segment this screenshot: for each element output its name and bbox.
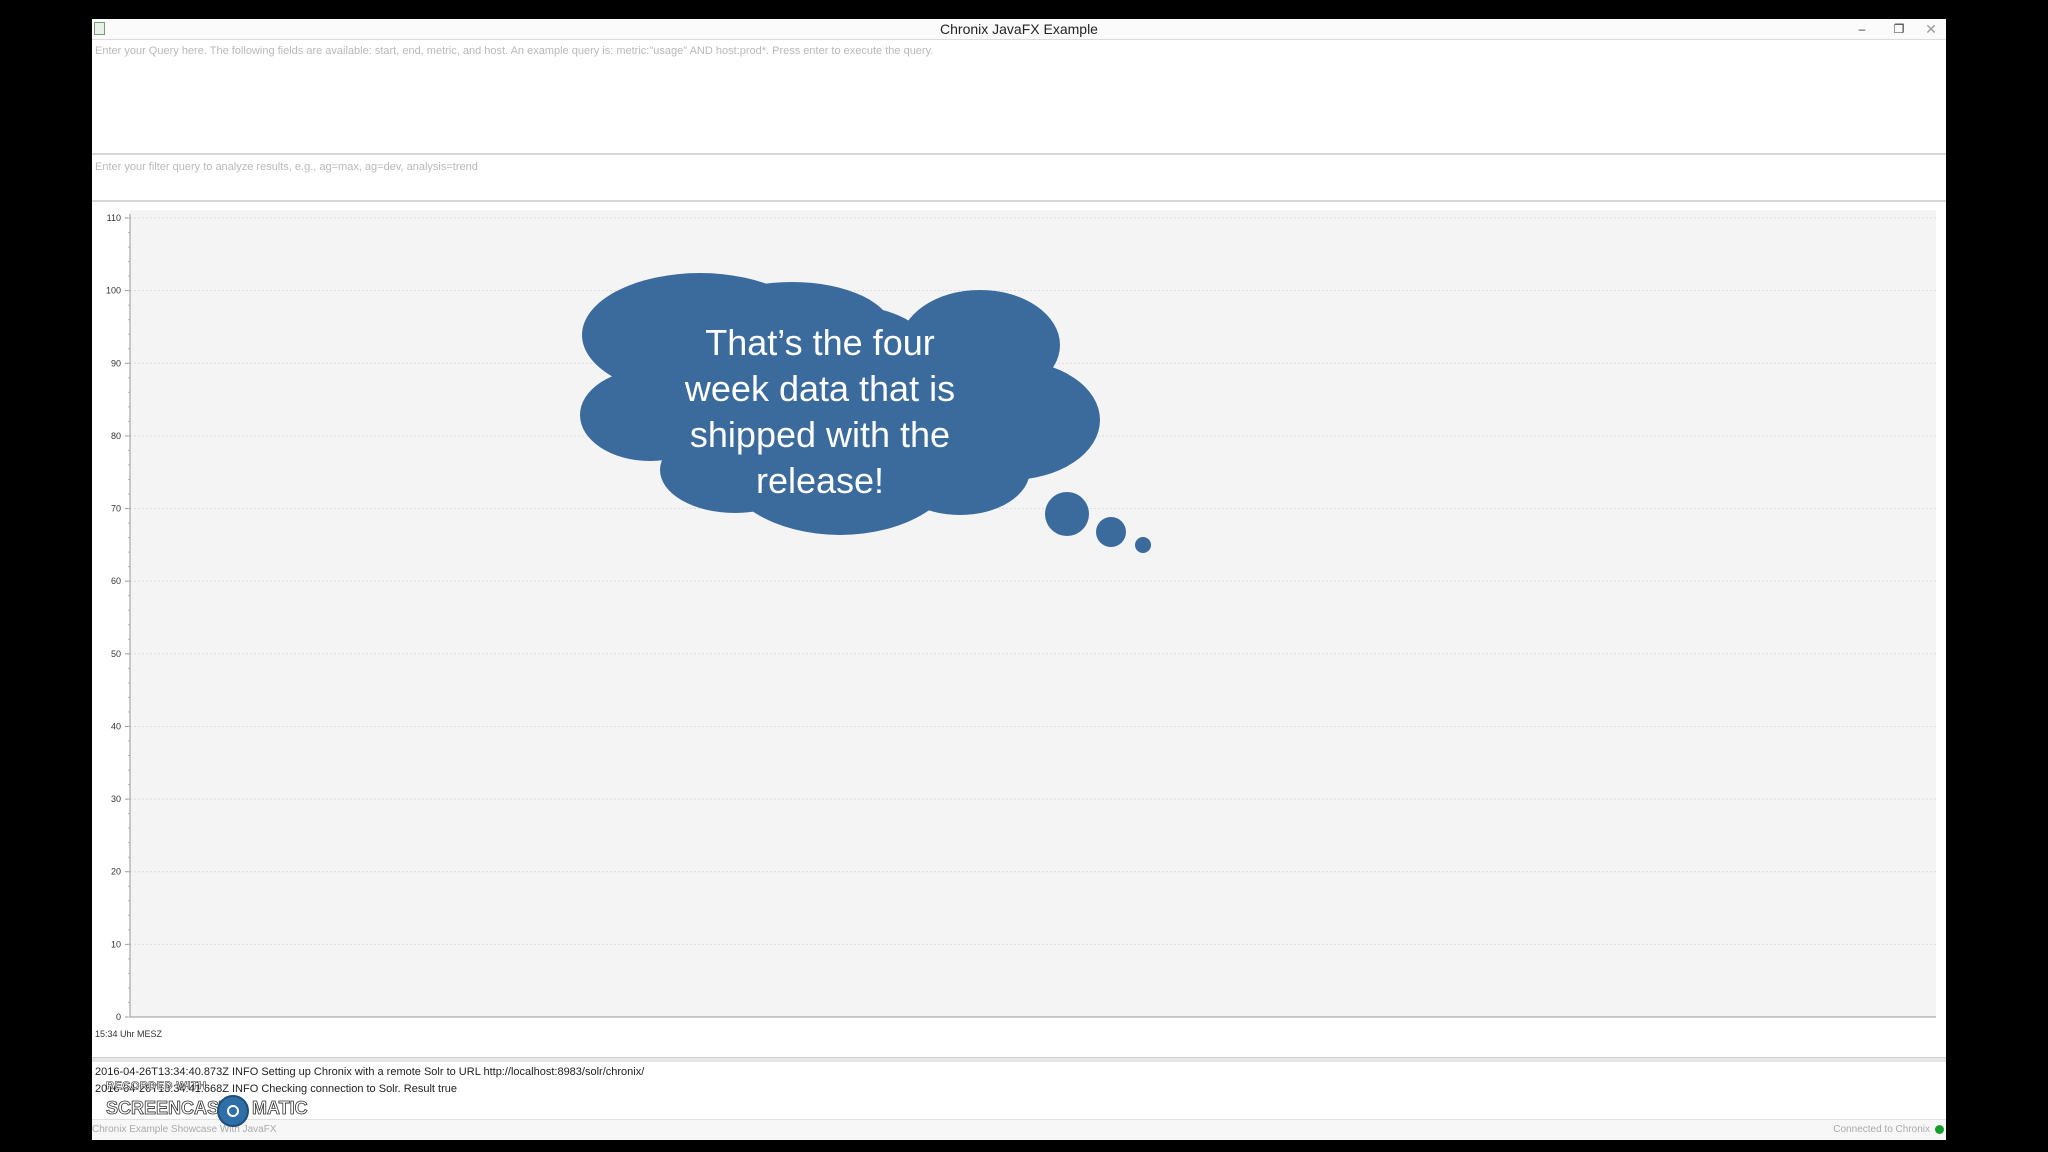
callout-line: release! <box>755 460 885 501</box>
watermark-top-text: RECORDED WITH <box>106 1080 207 1093</box>
title-bar[interactable]: Chronix JavaFX Example – ❐ ✕ <box>92 19 1946 40</box>
minimize-icon[interactable]: – <box>1847 19 1877 39</box>
connection-indicator-icon <box>1935 1125 1944 1134</box>
y-tick-label: 10 <box>111 939 121 949</box>
y-tick-label: 80 <box>111 431 121 441</box>
callout-line: shipped with the <box>689 414 951 455</box>
window-title: Chronix JavaFX Example <box>940 21 1098 37</box>
watermark-right-text: MATIC <box>252 1098 308 1119</box>
y-tick-label: 110 <box>107 213 121 223</box>
chart-svg: 0 10 20 30 40 50 60 70 80 90 100 110 15:34 Uhr MESZ <box>95 210 1936 1039</box>
watermark-left-text: SCREENCAST <box>106 1098 231 1119</box>
callout-line: That’s the four <box>705 322 935 363</box>
filter-input[interactable]: Enter your filter query to analyze resul… <box>92 155 1946 202</box>
callout-text: That’s the four week data that is shippe… <box>640 320 1000 504</box>
maximize-icon[interactable]: ❐ <box>1884 19 1914 39</box>
x-tick-label: 15:34 Uhr MESZ <box>95 1029 163 1039</box>
filter-placeholder: Enter your filter query to analyze resul… <box>95 161 478 173</box>
y-tick-label: 90 <box>111 358 121 368</box>
y-tick-label: 70 <box>111 504 121 514</box>
query-input[interactable]: Enter your Query here. The following fie… <box>92 40 1946 155</box>
connection-status: Connected to Chronix <box>1833 1124 1930 1135</box>
plot-background <box>130 210 1936 1017</box>
time-series-chart[interactable]: 0 10 20 30 40 50 60 70 80 90 100 110 15:34 Uhr MESZ <box>92 202 1946 1057</box>
y-tick-label: 20 <box>111 867 121 877</box>
status-text: Chronix Example Showcase With JavaFX <box>92 1124 277 1135</box>
close-icon[interactable]: ✕ <box>1916 19 1946 39</box>
callout-line: week data that is <box>684 368 956 409</box>
y-tick-label: 50 <box>111 649 121 659</box>
screencast-watermark: RECORDED WITH SCREENCAST MATIC <box>106 1080 326 1127</box>
log-line: 2016-04-26T13:34:40.873Z INFO Setting up… <box>95 1066 645 1078</box>
query-placeholder: Enter your Query here. The following fie… <box>95 45 934 57</box>
y-tick-label: 60 <box>111 576 121 586</box>
y-tick-label: 30 <box>111 794 121 804</box>
y-tick-label: 100 <box>106 286 121 296</box>
y-tick-label: 0 <box>116 1012 121 1022</box>
y-tick-label: 40 <box>111 721 121 731</box>
app-window: Chronix JavaFX Example – ❐ ✕ Enter your … <box>92 19 1946 1140</box>
screencast-logo-icon <box>217 1095 249 1127</box>
status-bar: Chronix Example Showcase With JavaFX Con… <box>92 1119 1946 1140</box>
